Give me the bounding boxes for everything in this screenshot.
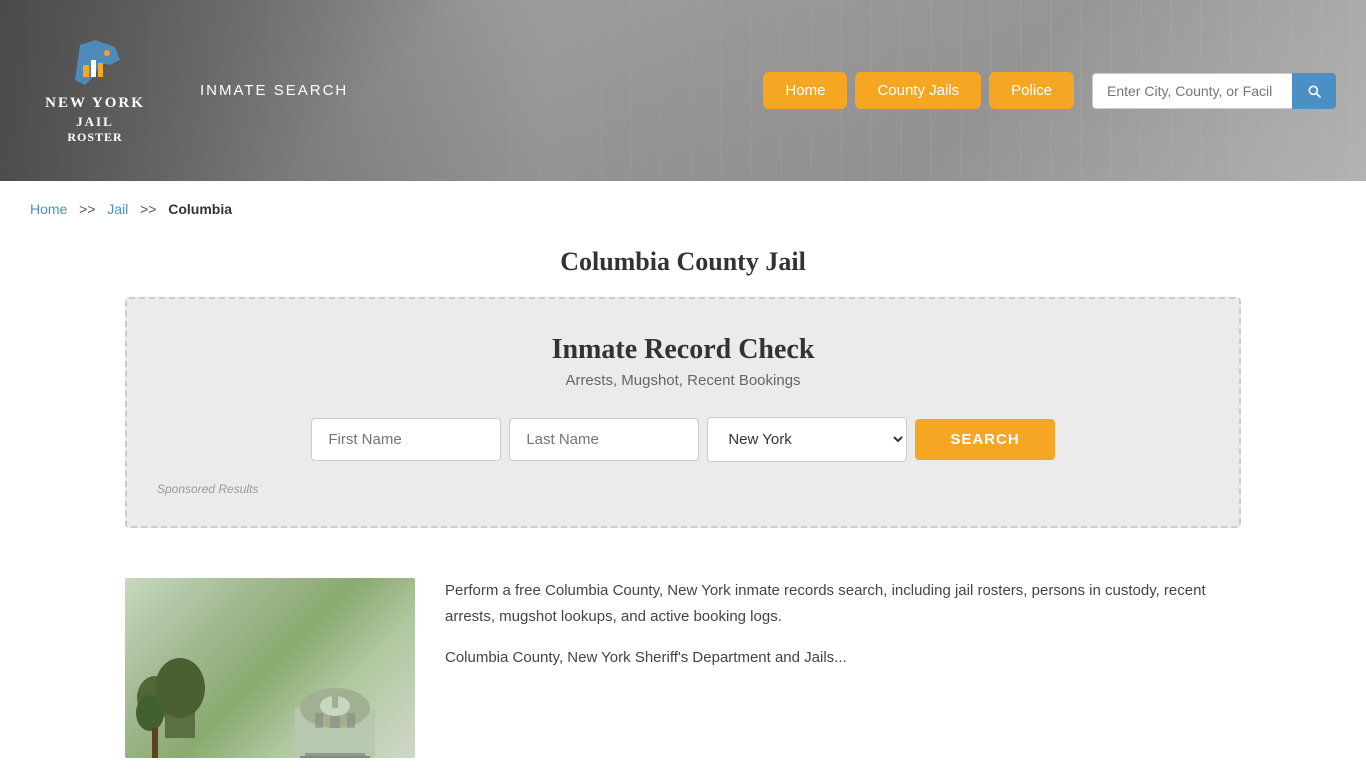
lower-paragraph-1: Perform a free Columbia County, New York…: [445, 578, 1241, 629]
breadcrumb-jail[interactable]: Jail: [107, 201, 128, 217]
page-title-section: Columbia County Jail: [0, 237, 1366, 297]
header-search-input[interactable]: [1092, 73, 1292, 109]
lower-image: [125, 578, 415, 758]
nav-area: Home County Jails Police: [763, 72, 1336, 109]
record-check-subtitle: Arrests, Mugshot, Recent Bookings: [157, 372, 1209, 389]
search-icon: [1306, 83, 1322, 99]
nav-police-button[interactable]: Police: [989, 72, 1074, 109]
header-search-area: [1092, 73, 1336, 109]
breadcrumb-sep-2: >>: [136, 201, 160, 217]
record-check-form: New York Alabama Alaska Arizona Californ…: [157, 417, 1209, 462]
logo-icon: [65, 35, 125, 90]
breadcrumb-home[interactable]: Home: [30, 201, 67, 217]
breadcrumb-current: Columbia: [168, 201, 232, 217]
state-select[interactable]: New York Alabama Alaska Arizona Californ…: [707, 417, 907, 462]
nav-home-button[interactable]: Home: [763, 72, 847, 109]
page-title: Columbia County Jail: [0, 247, 1366, 277]
header-content: NEW YORK JAIL ROSTER INMATE SEARCH Home …: [0, 0, 1366, 181]
breadcrumb-sep-1: >>: [75, 201, 99, 217]
logo-text: NEW YORK JAIL ROSTER: [45, 94, 145, 146]
nav-county-jails-button[interactable]: County Jails: [855, 72, 981, 109]
record-search-button[interactable]: SEARCH: [915, 419, 1054, 460]
header: NEW YORK JAIL ROSTER INMATE SEARCH Home …: [0, 0, 1366, 181]
lower-paragraph-2: Columbia County, New York Sheriff's Depa…: [445, 645, 1241, 671]
lower-text: Perform a free Columbia County, New York…: [445, 578, 1241, 758]
record-check-title: Inmate Record Check: [157, 334, 1209, 366]
sponsored-label: Sponsored Results: [157, 482, 1209, 496]
last-name-input[interactable]: [509, 418, 699, 461]
breadcrumb: Home >> Jail >> Columbia: [0, 181, 1366, 237]
lower-content: Perform a free Columbia County, New York…: [0, 558, 1366, 778]
first-name-input[interactable]: [311, 418, 501, 461]
logo-area[interactable]: NEW YORK JAIL ROSTER: [30, 35, 160, 146]
logo-line1: NEW YORK: [45, 94, 145, 114]
building-svg: [275, 658, 395, 758]
record-check-box: Inmate Record Check Arrests, Mugshot, Re…: [125, 297, 1241, 528]
tree-svg: [130, 658, 190, 758]
logo-line2: JAIL: [45, 114, 145, 131]
logo-line3: ROSTER: [45, 130, 145, 146]
inmate-search-label: INMATE SEARCH: [200, 82, 348, 99]
header-search-button[interactable]: [1292, 73, 1336, 109]
